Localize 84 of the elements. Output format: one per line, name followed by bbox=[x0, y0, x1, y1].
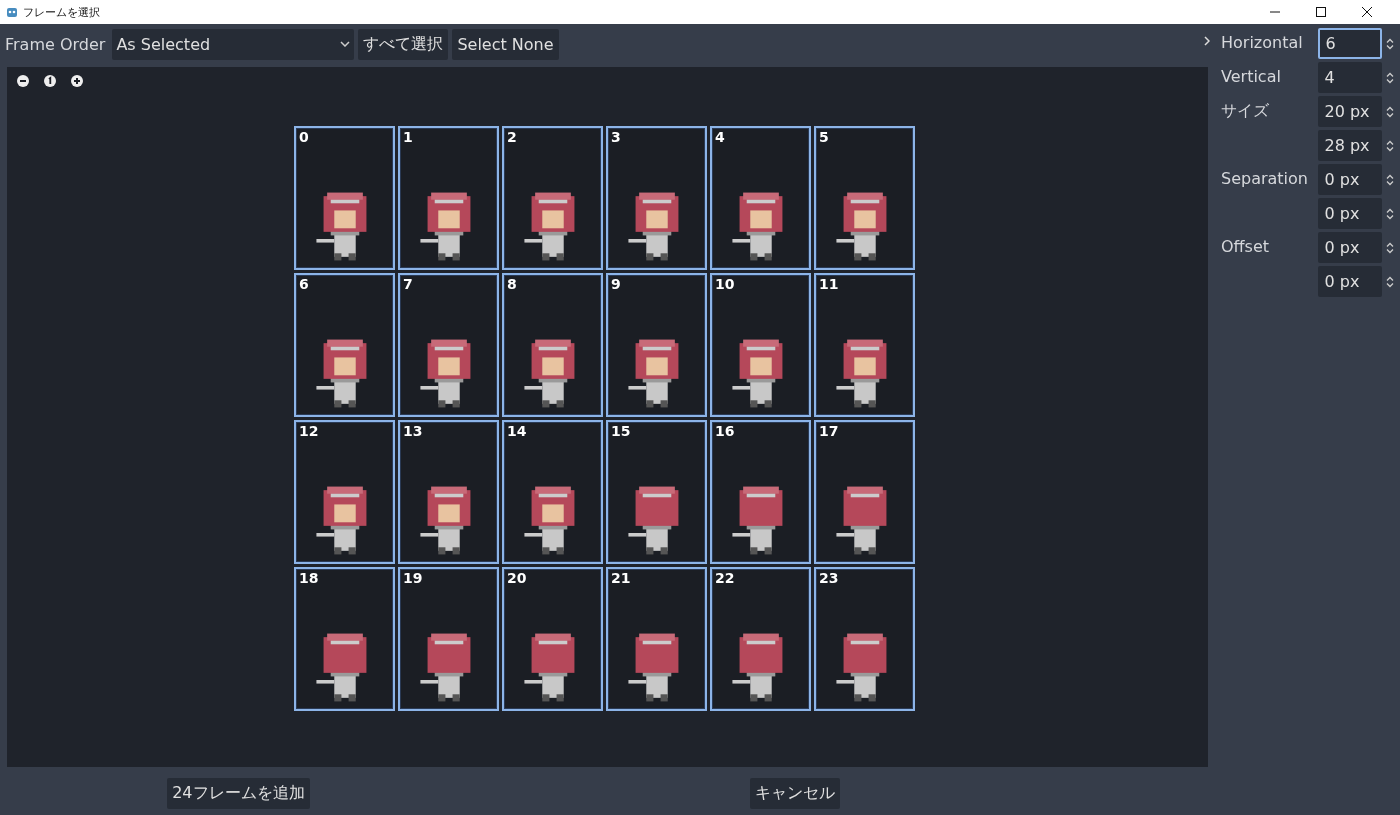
frame-number: 18 bbox=[299, 570, 319, 586]
frame-number: 1 bbox=[403, 129, 413, 145]
setting-label: Horizontal bbox=[1221, 32, 1304, 52]
sprite-frame[interactable]: 22 bbox=[710, 567, 811, 711]
frame-number: 19 bbox=[403, 570, 423, 586]
sprite-frame[interactable]: 1 bbox=[398, 126, 499, 270]
frame-order-label: Frame Order bbox=[5, 34, 106, 54]
spinner-arrows-icon[interactable] bbox=[1385, 139, 1394, 152]
sprite-frame[interactable]: 7 bbox=[398, 273, 499, 417]
sprite-frame[interactable]: 21 bbox=[606, 567, 707, 711]
close-icon[interactable] bbox=[1362, 7, 1372, 17]
sprite-frame[interactable]: 19 bbox=[398, 567, 499, 711]
toolbar-button[interactable]: すべて選択 bbox=[358, 28, 449, 60]
sprite-frame[interactable]: 8 bbox=[502, 273, 603, 417]
sprite-frame[interactable]: 17 bbox=[814, 420, 915, 564]
sprite-frame[interactable]: 2 bbox=[502, 126, 603, 270]
sprite-frame[interactable]: 9 bbox=[606, 273, 707, 417]
frame-number: 13 bbox=[403, 423, 423, 439]
frame-number: 15 bbox=[611, 423, 631, 439]
setting-label: Vertical bbox=[1221, 66, 1282, 86]
sprite-frame[interactable]: 14 bbox=[502, 420, 603, 564]
window-title: フレームを選択 bbox=[23, 4, 100, 20]
zoom-in-icon[interactable] bbox=[71, 75, 83, 87]
sprite-frame[interactable]: 20 bbox=[502, 567, 603, 711]
number-field[interactable]: 6 bbox=[1317, 28, 1382, 59]
frame-number: 7 bbox=[403, 276, 413, 292]
spinner-arrows-icon[interactable] bbox=[1385, 207, 1394, 220]
app-icon bbox=[6, 6, 18, 18]
number-field[interactable]: 0 px bbox=[1317, 164, 1382, 195]
frame-number: 2 bbox=[507, 129, 517, 145]
zoom-out-icon[interactable] bbox=[17, 75, 29, 87]
sprite-frame[interactable]: 12 bbox=[294, 420, 395, 564]
sprite-frame[interactable]: 6 bbox=[294, 273, 395, 417]
toolbar-button[interactable]: Select None bbox=[452, 28, 559, 60]
sprite-frame[interactable]: 3 bbox=[606, 126, 707, 270]
number-field[interactable]: 20 px bbox=[1317, 96, 1382, 127]
spinner-arrows-icon[interactable] bbox=[1385, 241, 1394, 254]
sprite-frame[interactable]: 0 bbox=[294, 126, 395, 270]
maximize-icon[interactable] bbox=[1316, 7, 1326, 17]
chevron-down-icon bbox=[340, 41, 351, 47]
spinner-arrows-icon[interactable] bbox=[1385, 71, 1394, 84]
sprite-frame[interactable]: 10 bbox=[710, 273, 811, 417]
frame-number: 17 bbox=[819, 423, 839, 439]
chevron-right-icon[interactable] bbox=[1204, 36, 1210, 46]
frame-number: 3 bbox=[611, 129, 621, 145]
frame-number: 21 bbox=[611, 570, 631, 586]
frame-number: 5 bbox=[819, 129, 829, 145]
frame-number: 9 bbox=[611, 276, 621, 292]
number-field[interactable]: 4 bbox=[1317, 62, 1382, 93]
footer-button[interactable]: 24フレームを追加 bbox=[167, 778, 310, 809]
spinner-arrows-icon[interactable] bbox=[1385, 37, 1394, 50]
frame-number: 20 bbox=[507, 570, 527, 586]
frame-number: 14 bbox=[507, 423, 527, 439]
frame-number: 4 bbox=[715, 129, 725, 145]
sprite-frame[interactable]: 16 bbox=[710, 420, 811, 564]
spinner-arrows-icon[interactable] bbox=[1385, 105, 1394, 118]
number-field[interactable]: 28 px bbox=[1317, 130, 1382, 161]
zoom-reset-icon[interactable] bbox=[44, 75, 56, 87]
number-field[interactable]: 0 px bbox=[1317, 266, 1382, 297]
sprite-frame[interactable]: 4 bbox=[710, 126, 811, 270]
footer-button[interactable]: キャンセル bbox=[749, 778, 840, 809]
frame-number: 8 bbox=[507, 276, 517, 292]
setting-label: サイズ bbox=[1221, 100, 1270, 122]
frame-number: 22 bbox=[715, 570, 735, 586]
number-field[interactable]: 0 px bbox=[1317, 198, 1382, 229]
frame-number: 16 bbox=[715, 423, 735, 439]
sprite-frame[interactable]: 18 bbox=[294, 567, 395, 711]
sprite-frame[interactable]: 23 bbox=[814, 567, 915, 711]
spinner-arrows-icon[interactable] bbox=[1385, 275, 1394, 288]
frame-number: 23 bbox=[819, 570, 839, 586]
frame-number: 6 bbox=[299, 276, 309, 292]
sprite-frame[interactable]: 13 bbox=[398, 420, 499, 564]
frame-number: 12 bbox=[299, 423, 319, 439]
sprite-frame[interactable]: 15 bbox=[606, 420, 707, 564]
sprite-frame[interactable]: 11 bbox=[814, 273, 915, 417]
number-field[interactable]: 0 px bbox=[1317, 232, 1382, 263]
frame-number: 11 bbox=[819, 276, 839, 292]
setting-label: Offset bbox=[1221, 236, 1271, 256]
frame-number: 0 bbox=[299, 129, 309, 145]
frame-order-dropdown[interactable]: As Selected bbox=[112, 28, 355, 60]
setting-label: Separation bbox=[1221, 168, 1309, 188]
spinner-arrows-icon[interactable] bbox=[1385, 173, 1394, 186]
frame-number: 10 bbox=[715, 276, 735, 292]
sprite-frame[interactable]: 5 bbox=[814, 126, 915, 270]
